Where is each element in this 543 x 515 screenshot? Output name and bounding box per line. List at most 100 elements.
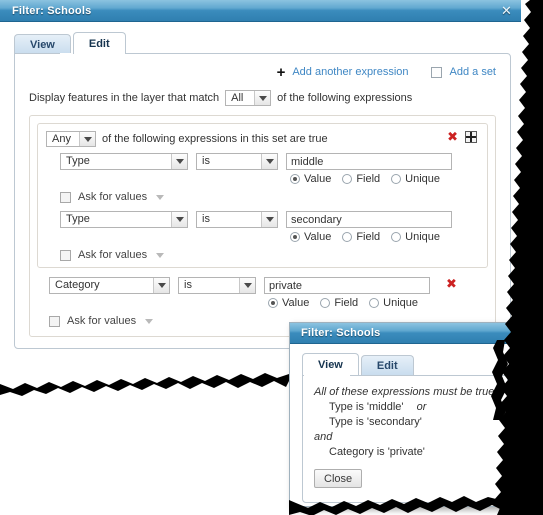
radio-value-label: Value xyxy=(304,231,332,243)
radio-dot-icon xyxy=(342,174,353,184)
radio-unique-label: Unique xyxy=(383,297,419,309)
radio-value[interactable]: Value xyxy=(268,297,309,309)
operator-value: is xyxy=(184,279,192,291)
add-to-set-icon[interactable] xyxy=(465,130,477,143)
radio-dot-icon xyxy=(391,232,402,242)
inner-dialog-body: View Edit All of these expressions must … xyxy=(290,352,516,506)
chevron-down-icon xyxy=(254,91,271,105)
match-row-prefix: Display features in the layer that match xyxy=(29,92,220,104)
radio-dot-icon xyxy=(268,298,278,308)
add-a-set-link[interactable]: Add a set xyxy=(450,66,496,78)
inner-tab-panel-view: All of these expressions must be true: T… xyxy=(302,375,508,503)
chevron-down-icon xyxy=(261,154,277,169)
summary-heading: All of these expressions must be true: xyxy=(314,386,498,398)
ask-for-values-checkbox[interactable] xyxy=(60,191,71,203)
chevron-down-icon xyxy=(239,278,255,293)
chevron-down-icon xyxy=(153,278,169,293)
expression-row: Type is xyxy=(46,147,479,203)
action-row: + Add another expression Add a set xyxy=(15,54,510,82)
radio-field[interactable]: Field xyxy=(320,297,358,309)
plus-icon[interactable]: + xyxy=(277,65,286,80)
radio-dot-icon xyxy=(320,298,331,308)
value-input[interactable] xyxy=(264,277,430,294)
operator-dropdown[interactable]: is xyxy=(196,153,278,170)
radio-dot-icon xyxy=(290,174,300,184)
remove-expression-icon[interactable]: ✖ xyxy=(446,277,457,290)
operator-dropdown[interactable]: is xyxy=(196,211,278,228)
value-mode-radios: Value Field Unique xyxy=(264,297,430,309)
operator-value: is xyxy=(202,155,210,167)
expression-row: Category is Value xyxy=(37,277,488,327)
radio-unique[interactable]: Unique xyxy=(391,231,440,243)
summary-line-1-conjunction: or xyxy=(416,401,427,413)
operator-value: is xyxy=(202,213,210,225)
chevron-down-icon xyxy=(79,132,95,146)
ask-for-values-label: Ask for values xyxy=(67,315,137,327)
radio-value-label: Value xyxy=(304,173,332,185)
radio-value[interactable]: Value xyxy=(290,173,331,185)
field-dropdown[interactable]: Category xyxy=(49,277,170,294)
radio-dot-icon xyxy=(290,232,300,242)
summary-line-1: Type is 'middle' or xyxy=(314,400,507,415)
inner-tabstrip: View Edit xyxy=(302,352,516,375)
chevron-down-icon[interactable] xyxy=(145,318,154,324)
ask-for-values-label: Ask for values xyxy=(78,249,148,261)
field-value: Type xyxy=(66,155,90,167)
tab-edit[interactable]: Edit xyxy=(72,32,126,54)
add-a-set-checkbox[interactable] xyxy=(430,66,442,78)
radio-dot-icon xyxy=(342,232,353,242)
chevron-down-icon[interactable] xyxy=(156,194,165,200)
chevron-down-icon xyxy=(171,212,187,227)
match-mode-dropdown[interactable]: All xyxy=(225,90,272,106)
radio-unique[interactable]: Unique xyxy=(391,173,440,185)
match-mode-value: All xyxy=(231,92,244,104)
expression-line: Type is xyxy=(60,211,479,243)
radio-value-label: Value xyxy=(282,297,310,309)
field-dropdown[interactable]: Type xyxy=(60,211,188,228)
remove-set-icon[interactable]: ✖ xyxy=(447,130,458,143)
radio-field[interactable]: Field xyxy=(342,231,380,243)
radio-unique[interactable]: Unique xyxy=(369,297,418,309)
radio-field[interactable]: Field xyxy=(342,173,380,185)
chevron-down-icon xyxy=(261,212,277,227)
radio-value[interactable]: Value xyxy=(290,231,331,243)
value-input[interactable] xyxy=(286,153,452,170)
set-header-label: of the following expressions in this set… xyxy=(102,133,328,145)
chevron-down-icon xyxy=(171,154,187,169)
match-row: Display features in the layer that match… xyxy=(15,82,510,106)
set-header: Any of the following expressions in this… xyxy=(46,130,479,147)
radio-field-label: Field xyxy=(356,173,381,185)
inner-tab-view[interactable]: View xyxy=(302,353,359,375)
summary-line-1-text: Type is 'middle' xyxy=(329,401,404,413)
inner-filter-dialog: Filter: Schools View Edit All of these e… xyxy=(289,322,517,507)
ask-for-values-row: Ask for values xyxy=(60,249,479,261)
operator-dropdown[interactable]: is xyxy=(178,277,256,294)
window-titlebar: Filter: Schools ✕ xyxy=(0,0,521,22)
radio-dot-icon xyxy=(369,298,380,308)
chevron-down-icon[interactable] xyxy=(156,252,165,258)
close-icon[interactable]: ✕ xyxy=(499,3,514,18)
radio-unique-label: Unique xyxy=(405,231,441,243)
tab-view[interactable]: View xyxy=(14,34,71,54)
add-another-expression-link[interactable]: Add another expression xyxy=(292,66,408,78)
expression-set: Any of the following expressions in this… xyxy=(37,123,488,268)
field-dropdown[interactable]: Type xyxy=(60,153,188,170)
expressions-container: Any of the following expressions in this… xyxy=(29,115,496,337)
match-row-suffix: of the following expressions xyxy=(277,92,413,104)
summary-line-2: Type is 'secondary' xyxy=(329,416,422,428)
value-column: Value Field Unique xyxy=(286,211,452,243)
window-title: Filter: Schools xyxy=(12,4,92,17)
radio-dot-icon xyxy=(391,174,402,184)
tabstrip: View Edit xyxy=(14,31,521,54)
ask-for-values-label: Ask for values xyxy=(78,191,148,203)
set-mode-value: Any xyxy=(52,133,71,145)
value-input[interactable] xyxy=(286,211,452,228)
field-value: Category xyxy=(55,279,100,291)
expression-row: Type is xyxy=(46,205,479,261)
ask-for-values-checkbox[interactable] xyxy=(49,315,60,327)
close-button[interactable]: Close xyxy=(314,469,363,488)
set-mode-dropdown[interactable]: Any xyxy=(46,131,96,147)
radio-field-label: Field xyxy=(356,231,381,243)
ask-for-values-checkbox[interactable] xyxy=(60,249,71,261)
inner-tab-edit[interactable]: Edit xyxy=(360,355,414,375)
